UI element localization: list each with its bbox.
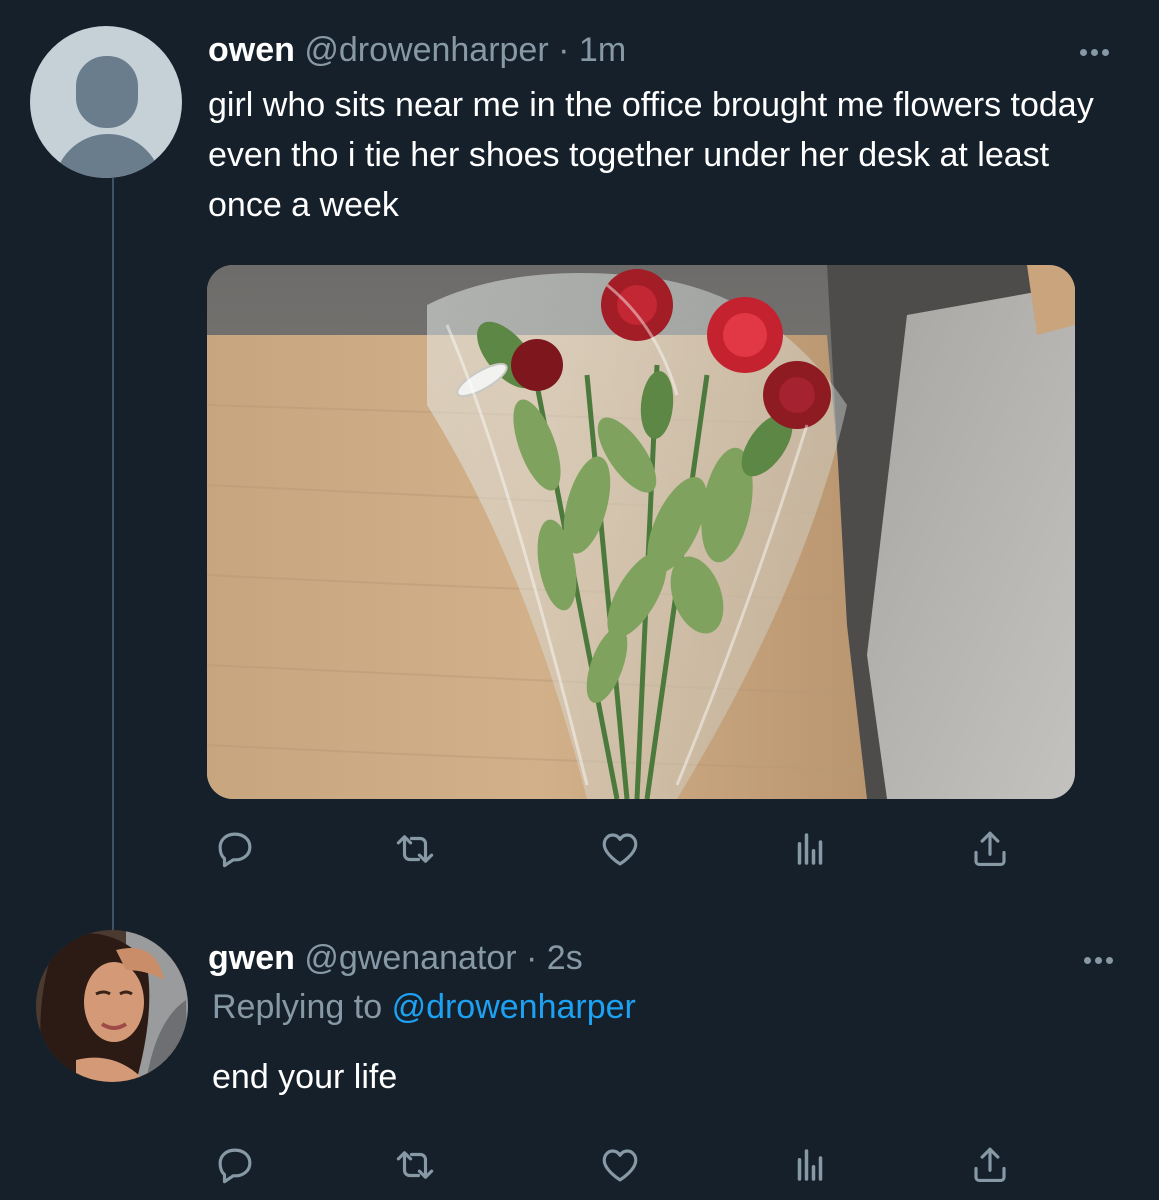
reply-like-button[interactable] xyxy=(595,1140,645,1190)
retweet-icon xyxy=(396,1151,434,1179)
reply-author-avatar[interactable] xyxy=(36,930,188,1082)
author-display-name[interactable]: owen xyxy=(208,31,295,69)
replying-to-line: Replying to @drowenharper xyxy=(212,986,636,1028)
reply-author-handle[interactable]: @gwenanator xyxy=(304,939,516,977)
replying-to-label: Replying to xyxy=(212,988,383,1026)
reply-text: end your life xyxy=(212,1058,398,1096)
author-avatar[interactable] xyxy=(30,26,182,178)
default-profile-shoulders xyxy=(54,134,162,178)
share-icon xyxy=(974,831,1006,866)
analytics-icon xyxy=(797,1149,823,1181)
reply-actions xyxy=(200,1140,1060,1190)
default-profile-head xyxy=(76,56,138,128)
tweet-header: owen @drowenharper · 1m xyxy=(208,30,626,70)
replying-to-mention[interactable]: @drowenharper xyxy=(392,988,636,1026)
reply-icon xyxy=(218,832,252,868)
author-handle[interactable]: @drowenharper xyxy=(304,31,548,69)
tweet-media-image[interactable] xyxy=(207,265,1075,799)
tweet-timestamp[interactable]: 1m xyxy=(579,31,626,69)
reply-header-separator: · xyxy=(526,939,538,977)
reply-author-display-name[interactable]: gwen xyxy=(208,939,295,977)
header-separator: · xyxy=(558,31,570,69)
reply-share-button[interactable] xyxy=(965,1140,1015,1190)
reply-retweet-button[interactable] xyxy=(390,1140,440,1190)
like-icon xyxy=(602,833,638,866)
more-options-button[interactable] xyxy=(1072,40,1116,64)
reply-analytics-button[interactable] xyxy=(785,1140,835,1190)
analytics-button[interactable] xyxy=(785,824,835,874)
retweet-icon xyxy=(396,835,434,863)
reply-reply-button[interactable] xyxy=(210,1140,260,1190)
tweet-text: girl who sits near me in the office brou… xyxy=(208,86,1094,224)
analytics-icon xyxy=(797,833,823,865)
like-button[interactable] xyxy=(595,824,645,874)
reply-header: gwen @gwenanator · 2s xyxy=(208,938,583,978)
like-icon xyxy=(602,1149,638,1182)
share-button[interactable] xyxy=(965,824,1015,874)
share-icon xyxy=(974,1147,1006,1182)
retweet-button[interactable] xyxy=(390,824,440,874)
reply-more-options-button[interactable] xyxy=(1076,948,1120,972)
reply-icon xyxy=(218,1148,252,1184)
reply-timestamp[interactable]: 2s xyxy=(547,939,583,977)
tweet-actions xyxy=(200,824,1060,874)
reply-button[interactable] xyxy=(210,824,260,874)
thread-connector-line xyxy=(112,178,114,930)
